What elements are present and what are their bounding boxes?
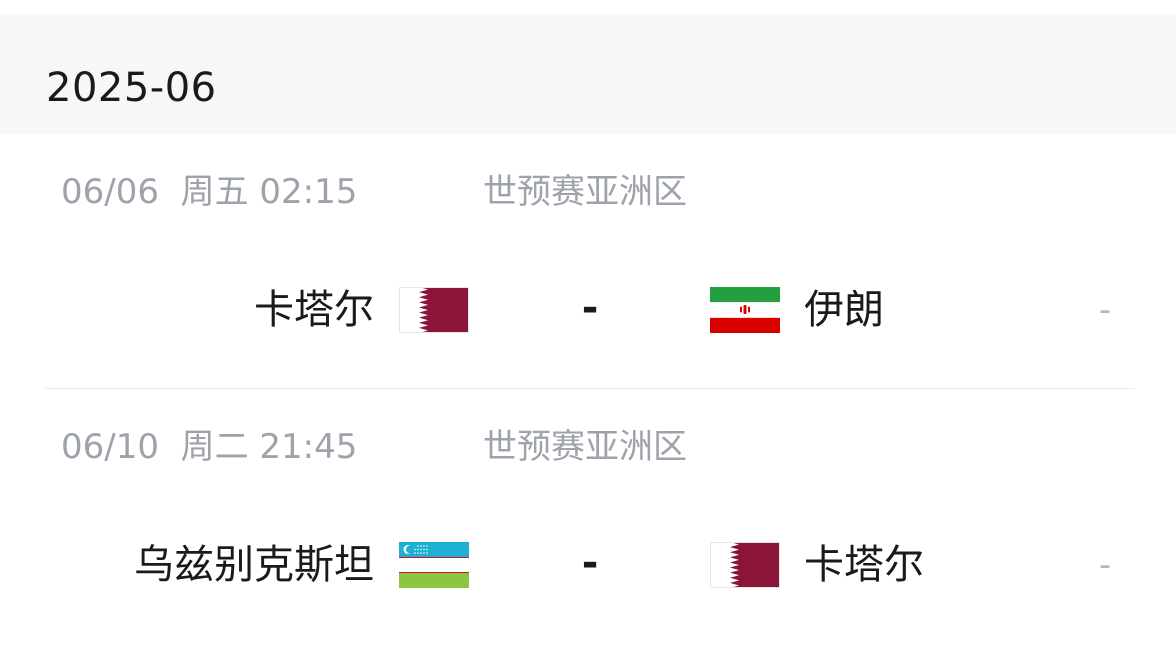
home-team-name: 乌兹别克斯坦 (134, 542, 374, 588)
iran-flag-icon (710, 287, 780, 333)
match-row[interactable]: 06/10 周二 21:45 世预赛亚洲区 乌兹别克斯坦 - 卡塔尔 - (0, 391, 1176, 645)
competition-name: 世预赛亚洲区 (483, 172, 687, 212)
match-date: 06/06 (61, 172, 159, 212)
month-label: 2025-06 (46, 65, 217, 111)
match-weekday: 周五 (180, 172, 249, 212)
competition-name: 世预赛亚洲区 (483, 427, 687, 467)
match-status: - (1098, 545, 1112, 585)
match-datetime: 06/10 周二 21:45 (61, 427, 357, 467)
match-time: 02:15 (259, 172, 358, 212)
match-score: - (581, 285, 599, 331)
away-team-name: 卡塔尔 (804, 542, 924, 588)
home-team-name: 卡塔尔 (254, 287, 374, 333)
match-date: 06/10 (61, 427, 159, 467)
match-row[interactable]: 06/06 周五 02:15 世预赛亚洲区 卡塔尔 - 伊朗 - (0, 136, 1176, 390)
match-datetime: 06/06 周五 02:15 (61, 172, 357, 212)
divider (44, 388, 1135, 389)
match-score: - (581, 540, 599, 586)
match-status: - (1098, 290, 1112, 330)
qatar-flag-icon (399, 287, 469, 333)
uzbekistan-flag-icon (399, 542, 469, 588)
match-time: 21:45 (259, 427, 358, 467)
qatar-flag-icon (710, 542, 780, 588)
away-team-name: 伊朗 (804, 287, 884, 333)
match-weekday: 周二 (180, 427, 249, 467)
month-header: 2025-06 (0, 14, 1176, 134)
